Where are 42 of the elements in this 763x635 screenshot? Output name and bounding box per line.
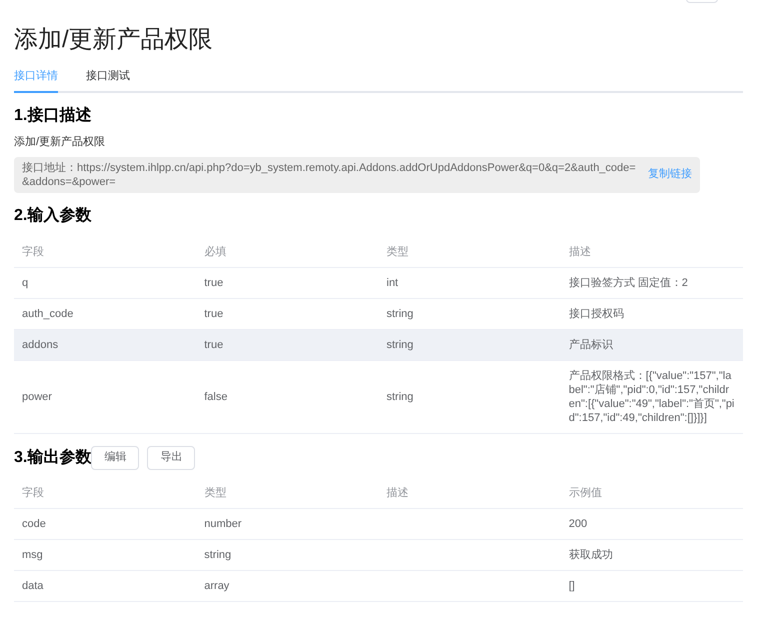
table-cell-text: q	[21, 276, 30, 290]
toolbar-button[interactable]: 导出	[147, 446, 196, 470]
table-cell-text: string	[386, 390, 414, 404]
table-cell-text: msg	[21, 548, 44, 562]
section-heading: 3.输出参数	[14, 447, 92, 468]
column-header: 类型	[386, 244, 410, 260]
column-header: 必填	[203, 244, 228, 260]
table-cell-text: []	[568, 578, 576, 594]
table-cell-text: true	[203, 306, 224, 322]
table-cell-text: false	[203, 390, 228, 404]
table-cell-text: auth_code	[21, 306, 74, 322]
column-header: 描述	[386, 486, 410, 500]
table-cell-text: addons	[21, 338, 60, 352]
page-title: 添加/更新产品权限	[14, 25, 214, 55]
table-cell-text: 接口验签方式 固定值：2	[568, 276, 689, 290]
table-cell-text: 获取成功	[568, 548, 614, 562]
tab[interactable]: 接口测试	[86, 68, 130, 92]
column-header: 描述	[568, 244, 592, 260]
table-cell-text: 200	[568, 516, 588, 532]
table-cell-text: string	[386, 306, 414, 322]
table-cell-text: string	[203, 548, 232, 562]
table-cell-text: 产品权限格式：[{"value":"157","label":"店铺","pid":0,"id":157,"children":[{"value":"49","label":"首页","pid":157,"id":49,"children":[]}]}]	[568, 368, 736, 426]
table-cell-text: number	[203, 516, 243, 532]
api-description: 添加/更新产品权限	[14, 134, 106, 148]
table-cell-text: 接口授权码	[568, 306, 625, 322]
column-header: 示例值	[568, 486, 603, 500]
toolbar-button[interactable]: 编辑	[91, 446, 140, 470]
table-cell-text: power	[21, 390, 53, 404]
table-cell-text: array	[203, 578, 230, 594]
table-cell-text: int	[386, 276, 400, 290]
section-heading: 1.接口描述	[14, 105, 92, 126]
column-header: 字段	[21, 244, 45, 260]
table-cell-text: 产品标识	[568, 338, 614, 352]
table-cell-text: data	[21, 578, 44, 594]
url-text: 接口地址：https://system.ihlpp.cn/api.php?do=yb_system.remoty.api.Addons.addOrUpdAddonsPower&q=0&q=2&auth_code=&addons=&power=	[22, 160, 637, 188]
column-header: 类型	[203, 486, 228, 500]
column-header: 字段	[21, 486, 45, 500]
table-cell-text: true	[203, 276, 224, 290]
table-cell-text: code	[21, 516, 47, 532]
table-cell-text: true	[203, 338, 224, 352]
table-cell-text: string	[386, 338, 414, 352]
section-heading: 2.输入参数	[14, 205, 92, 226]
